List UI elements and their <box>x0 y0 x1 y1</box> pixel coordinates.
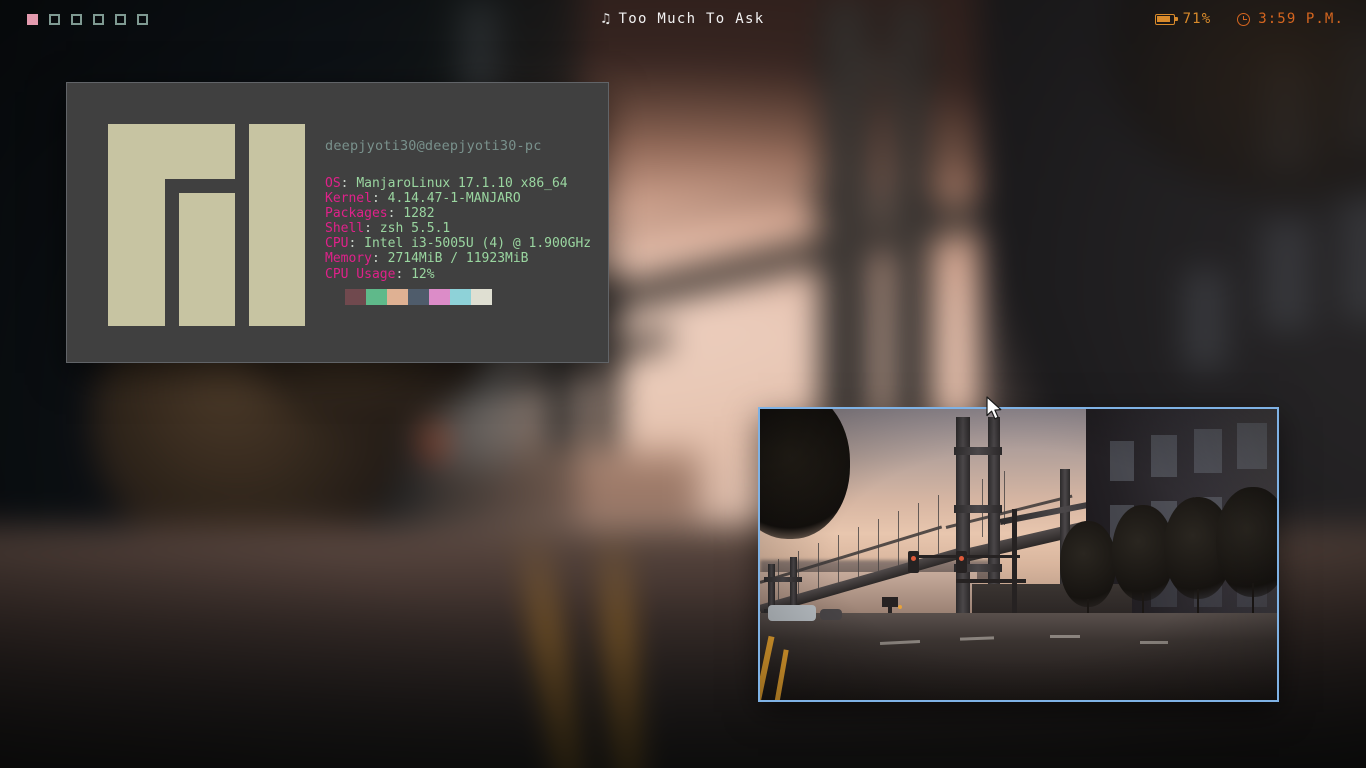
neofetch-row-shell: Shell: zsh 5.5.1 <box>325 221 591 236</box>
music-note-icon: ♫ <box>602 11 611 27</box>
now-playing-track: Too Much To Ask <box>619 11 765 27</box>
color-swatch <box>471 289 492 305</box>
row-sep: : <box>388 206 404 221</box>
color-swatch <box>450 289 471 305</box>
photo-content <box>760 409 1277 700</box>
neofetch-prompt: deepjyoti30@deepjyoti30-pc <box>325 139 591 154</box>
row-key: CPU Usage <box>325 267 395 282</box>
neofetch-row-packages: Packages: 1282 <box>325 206 591 221</box>
row-value: 1282 <box>403 206 434 221</box>
battery-level: 71% <box>1183 11 1212 27</box>
workspace-indicator-2[interactable] <box>49 14 60 25</box>
color-swatch <box>429 289 450 305</box>
row-sep: : <box>341 176 357 191</box>
color-swatch <box>408 289 429 305</box>
row-value: ManjaroLinux 17.1.10 x86_64 <box>356 176 567 191</box>
row-key: Kernel <box>325 191 372 206</box>
color-swatch <box>387 289 408 305</box>
status-indicators: 71% 3:59 P.M. <box>1155 0 1344 38</box>
neofetch-rows: OS: ManjaroLinux 17.1.10 x86_64 Kernel: … <box>325 176 591 282</box>
row-value: 12% <box>411 267 434 282</box>
clock-status[interactable]: 3:59 P.M. <box>1237 11 1344 27</box>
row-key: CPU <box>325 236 348 251</box>
clock-time: 3:59 P.M. <box>1258 11 1344 27</box>
battery-icon <box>1155 14 1175 25</box>
neofetch-row-kernel: Kernel: 4.14.47-1-MANJARO <box>325 191 591 206</box>
row-key: Shell <box>325 221 364 236</box>
row-sep: : <box>395 267 411 282</box>
row-key: Memory <box>325 251 372 266</box>
terminal-window[interactable]: deepjyoti30@deepjyoti30-pc OS: ManjaroLi… <box>66 82 609 363</box>
top-status-bar: ♫ Too Much To Ask 71% 3:59 P.M. <box>0 0 1366 38</box>
row-key: OS <box>325 176 341 191</box>
battery-status[interactable]: 71% <box>1155 11 1212 27</box>
clock-icon <box>1237 13 1250 26</box>
row-key: Packages <box>325 206 388 221</box>
neofetch-row-cpu: CPU: Intel i3-5005U (4) @ 1.900GHz <box>325 236 591 251</box>
neofetch-row-os: OS: ManjaroLinux 17.1.10 x86_64 <box>325 176 591 191</box>
row-sep: : <box>372 191 388 206</box>
workspace-list <box>0 14 148 25</box>
row-value: zsh 5.5.1 <box>380 221 450 236</box>
neofetch-row-memory: Memory: 2714MiB / 11923MiB <box>325 251 591 266</box>
workspace-indicator-6[interactable] <box>137 14 148 25</box>
row-sep: : <box>364 221 380 236</box>
workspace-indicator-5[interactable] <box>115 14 126 25</box>
color-swatches <box>345 289 492 305</box>
row-value: Intel i3-5005U (4) @ 1.900GHz <box>364 236 591 251</box>
row-sep: : <box>372 251 388 266</box>
row-sep: : <box>348 236 364 251</box>
row-value: 2714MiB / 11923MiB <box>388 251 529 266</box>
manjaro-logo-icon <box>108 124 305 326</box>
neofetch-info: deepjyoti30@deepjyoti30-pc OS: ManjaroLi… <box>325 139 591 282</box>
workspace-indicator-3[interactable] <box>71 14 82 25</box>
image-viewer-window[interactable] <box>758 407 1279 702</box>
desktop-screen: ♫ Too Much To Ask 71% 3:59 P.M. deepjyot… <box>0 0 1366 768</box>
color-swatch <box>366 289 387 305</box>
neofetch-row-cpu-usage: CPU Usage: 12% <box>325 267 591 282</box>
color-swatch <box>345 289 366 305</box>
row-value: 4.14.47-1-MANJARO <box>388 191 521 206</box>
workspace-indicator-4[interactable] <box>93 14 104 25</box>
workspace-indicator-1[interactable] <box>27 14 38 25</box>
